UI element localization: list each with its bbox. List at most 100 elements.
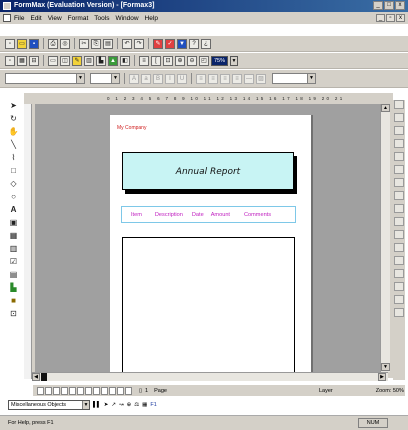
justify-icon[interactable]: ≡	[232, 73, 242, 84]
save-icon[interactable]: ▪	[29, 38, 39, 49]
hand-icon[interactable]: ✋	[8, 126, 19, 137]
column-header-comments[interactable]: Comments	[244, 212, 271, 218]
page-tab[interactable]	[93, 386, 100, 395]
style-select[interactable]: ▼	[272, 73, 316, 84]
doc-minimize-button[interactable]: _	[376, 14, 385, 22]
menu-file[interactable]: File	[14, 15, 24, 22]
column-header-date[interactable]: Date	[192, 212, 204, 218]
vertical-scrollbar[interactable]: ▲ ▼	[380, 104, 390, 372]
column-header-row[interactable]: Item Description Date Amount Comments	[121, 206, 296, 223]
align-top-icon[interactable]	[394, 100, 404, 109]
copy-icon[interactable]: ⎘	[91, 38, 101, 49]
diamond-icon[interactable]: ◇	[8, 178, 19, 189]
scroll-thumb[interactable]	[41, 373, 47, 381]
fill-icon[interactable]: ▨	[256, 73, 266, 84]
page-tab[interactable]	[85, 386, 92, 395]
scroll-right-icon[interactable]: ▶	[378, 373, 386, 381]
curve-icon[interactable]: ↝	[119, 402, 124, 408]
scale-icon[interactable]: ⚖	[134, 402, 139, 408]
rectangle-icon[interactable]: □	[8, 165, 19, 176]
unlock-object-icon[interactable]	[394, 308, 404, 317]
doc-close-button[interactable]: x	[396, 14, 405, 22]
picture-icon[interactable]: ▣	[8, 217, 19, 228]
text-icon[interactable]: A	[8, 204, 19, 215]
new-icon[interactable]: ▫	[5, 38, 15, 49]
menu-edit[interactable]: Edit	[30, 15, 41, 22]
report-title-box[interactable]: Annual Report	[122, 152, 294, 190]
font-grow-icon[interactable]: A	[129, 73, 139, 84]
same-width-icon[interactable]	[394, 204, 404, 213]
close-button[interactable]: x	[395, 1, 405, 10]
align-icon[interactable]: ≡	[139, 55, 149, 66]
image-icon[interactable]: ▲	[108, 55, 118, 66]
context-help-icon[interactable]: ¿	[201, 38, 211, 49]
page-tab[interactable]	[101, 386, 108, 395]
table-tool-icon[interactable]: ▦	[8, 230, 19, 241]
zoom-fit-icon[interactable]: ⊡	[163, 55, 173, 66]
connector-icon[interactable]: ↗	[111, 402, 116, 408]
page-tabs[interactable]	[37, 386, 133, 395]
scroll-left-icon[interactable]: ◀	[32, 373, 40, 381]
scroll-up-icon[interactable]: ▲	[381, 104, 390, 112]
bold-icon[interactable]: B	[153, 73, 163, 84]
document-icon[interactable]	[3, 14, 11, 22]
pointer-icon[interactable]: ➤	[8, 100, 19, 111]
page-tab[interactable]	[117, 386, 124, 395]
menu-help[interactable]: Help	[145, 15, 158, 22]
zoom-in-icon[interactable]: ⊕	[175, 55, 185, 66]
company-label[interactable]: My Company	[117, 125, 146, 131]
open-icon[interactable]: ▭	[17, 38, 27, 49]
line-style-icon[interactable]: —	[244, 73, 254, 84]
paste-icon[interactable]: ▤	[103, 38, 113, 49]
cut-icon[interactable]: ✂	[79, 38, 89, 49]
page-tab[interactable]	[53, 386, 60, 395]
bracket-icon[interactable]: [	[151, 55, 161, 66]
underline-icon[interactable]: U	[177, 73, 187, 84]
align-right-icon[interactable]: ≡	[220, 73, 230, 84]
help-icon[interactable]: ?	[189, 38, 199, 49]
page-tab[interactable]	[69, 386, 76, 395]
font-size-select[interactable]: ▼	[90, 73, 120, 84]
lock-icon[interactable]: ⊡	[8, 308, 19, 319]
preview-icon[interactable]: ◧	[120, 55, 130, 66]
target-icon[interactable]: ⊕	[127, 402, 132, 408]
zoom-area-icon[interactable]: ◰	[199, 55, 209, 66]
minimize-button[interactable]: _	[373, 1, 383, 10]
font-shrink-icon[interactable]: a	[141, 73, 151, 84]
font-name-select[interactable]: ▼	[5, 73, 85, 84]
page-tab[interactable]	[61, 386, 68, 395]
menu-format[interactable]: Format	[68, 15, 89, 22]
detail-section[interactable]	[122, 237, 295, 374]
print-preview-icon[interactable]: ◎	[60, 38, 70, 49]
align-center-h-icon[interactable]	[394, 152, 404, 161]
rotate-icon[interactable]: ↻	[8, 113, 19, 124]
field-icon[interactable]: ◫	[60, 55, 70, 66]
page-setup-icon[interactable]: ▫	[5, 55, 15, 66]
italic-icon[interactable]: I	[165, 73, 175, 84]
bars-icon[interactable]: ▌▌	[93, 402, 101, 408]
align-center-icon[interactable]: ≡	[208, 73, 218, 84]
grid-icon[interactable]: ▦	[17, 55, 27, 66]
send-back-icon[interactable]	[394, 256, 404, 265]
page-tab[interactable]	[109, 386, 116, 395]
filter-icon[interactable]: ▼	[177, 38, 187, 49]
print-icon[interactable]: ⎙	[48, 38, 58, 49]
ungroup-icon[interactable]	[394, 282, 404, 291]
chevron-down-icon[interactable]: ▼	[230, 55, 239, 66]
chart-tool-icon[interactable]: ▙	[8, 282, 19, 293]
zoom-out-icon[interactable]: ⊖	[187, 55, 197, 66]
horizontal-scrollbar[interactable]: ◀ ▶	[32, 372, 388, 381]
polyline-icon[interactable]: ⌇	[8, 152, 19, 163]
arrow-select-icon[interactable]: ➤	[104, 402, 109, 408]
scroll-down-icon[interactable]: ▼	[381, 363, 390, 371]
page-tab[interactable]	[37, 386, 44, 395]
menu-tools[interactable]: Tools	[94, 15, 109, 22]
same-size-icon[interactable]	[394, 230, 404, 239]
align-bottom-icon[interactable]	[394, 126, 404, 135]
column-header-description[interactable]: Description	[155, 212, 183, 218]
maximize-button[interactable]: □	[384, 1, 394, 10]
table-icon[interactable]: ▥	[84, 55, 94, 66]
object-type-select[interactable]: Miscellaneous Objects ▼	[8, 400, 90, 410]
align-left-icon[interactable]: ≡	[196, 73, 206, 84]
page-tab[interactable]	[125, 386, 132, 395]
